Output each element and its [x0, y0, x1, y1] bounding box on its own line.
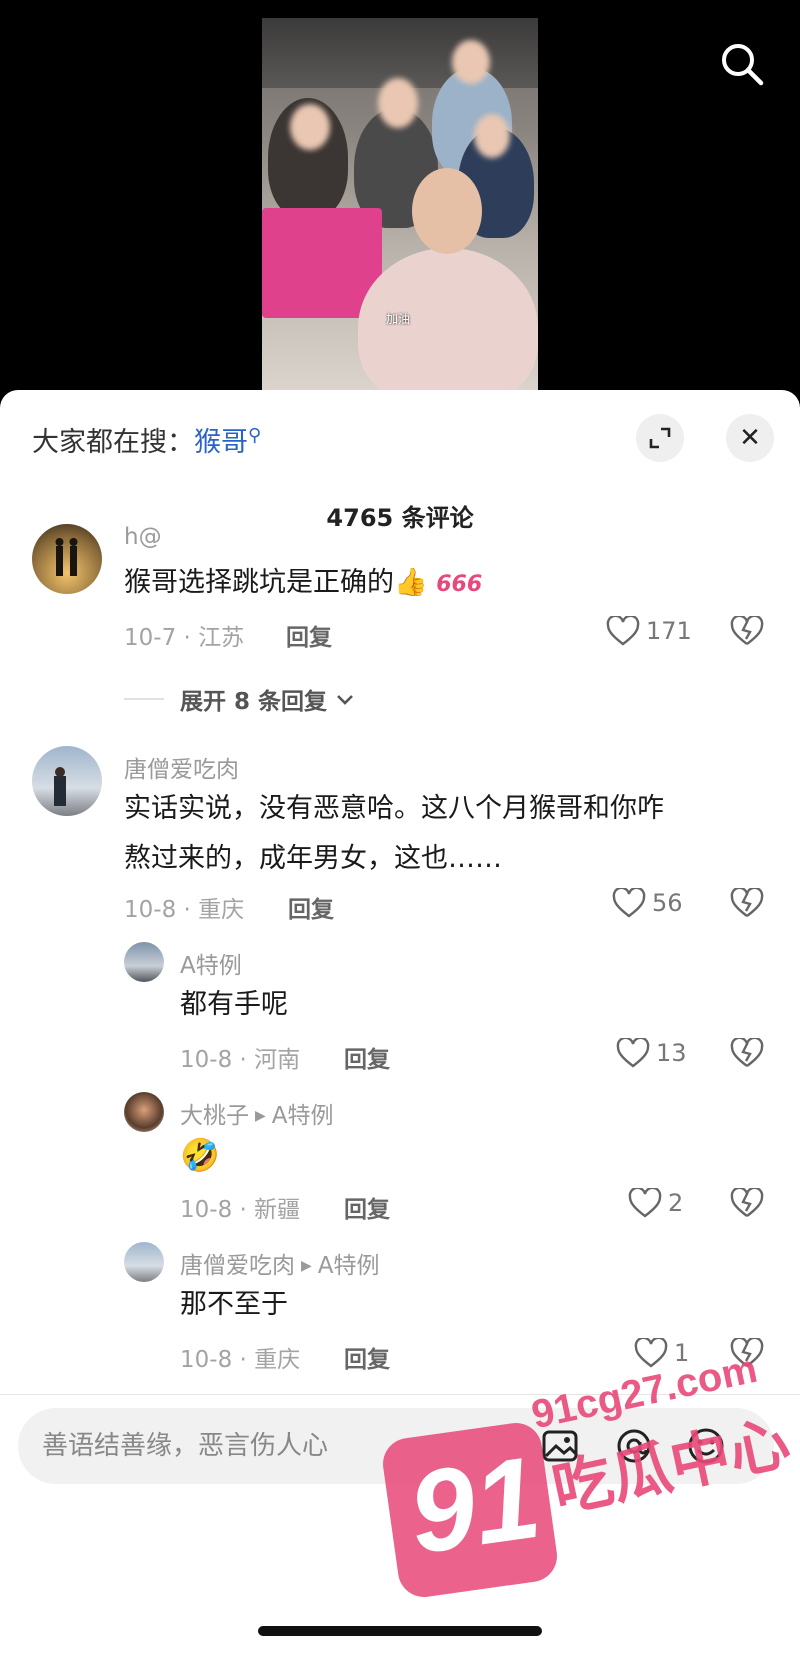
expand-replies[interactable]: 展开 8 条回复 — [124, 682, 357, 716]
reply-to-arrow-icon: ▶ — [255, 1108, 266, 1124]
reply-username-line: 唐僧爱吃肉 ▶ A特例 — [180, 1246, 380, 1280]
broken-heart-icon[interactable] — [730, 888, 764, 918]
video-face — [412, 168, 482, 254]
heart-icon — [616, 1038, 650, 1068]
like-button[interactable]: 13 — [616, 1038, 687, 1068]
avatar[interactable] — [32, 746, 102, 816]
sticker-666: 666 — [436, 572, 483, 597]
image-icon[interactable] — [540, 1426, 580, 1466]
like-button[interactable]: 1 — [634, 1338, 689, 1368]
expand-button[interactable] — [636, 414, 684, 462]
input-divider — [0, 1394, 800, 1395]
reply-date-location: 10-8 · 河南 — [180, 1047, 301, 1073]
comment-text-line: 实话实说，没有恶意哈。这八个月猴哥和你咋 — [124, 793, 664, 824]
search-icon[interactable] — [718, 40, 766, 88]
comment-count: 4765 条评论 — [326, 504, 474, 532]
avatar[interactable] — [124, 1092, 164, 1132]
video-frame[interactable]: 加油 — [262, 18, 538, 400]
video-face — [290, 104, 330, 150]
search-small-icon: ⚲ — [248, 425, 262, 446]
reply-button[interactable]: 回复 — [344, 1040, 390, 1074]
avatar[interactable] — [124, 1242, 164, 1282]
comment-date-location: 10-8 · 重庆 — [124, 897, 245, 923]
expand-icon — [649, 427, 671, 449]
reply-username-line: 大桃子 ▶ A特例 — [180, 1096, 334, 1130]
reply-text: 那不至于 — [180, 1289, 288, 1320]
reply-to-username[interactable]: A特例 — [272, 1103, 334, 1129]
video-person — [358, 248, 538, 400]
comment-sheet: 大家都在搜：猴哥⚲ ✕ 4765 条评论 h@ 猴哥选择跳坑是正确的👍 666 … — [0, 390, 800, 1654]
reply-username[interactable]: 唐僧爱吃肉 — [180, 1253, 295, 1279]
reply-to-username[interactable]: A特例 — [318, 1253, 380, 1279]
reply-text: 都有手呢 — [180, 989, 288, 1020]
reply-button[interactable]: 回复 — [286, 618, 332, 652]
heart-icon — [628, 1188, 662, 1218]
like-button[interactable]: 2 — [628, 1188, 683, 1218]
reply-to-arrow-icon: ▶ — [301, 1258, 312, 1274]
heart-icon — [634, 1338, 668, 1368]
reply-username[interactable]: 大桃子 — [180, 1103, 249, 1129]
comment-input-bar[interactable] — [18, 1408, 774, 1484]
like-button[interactable]: 56 — [612, 888, 683, 918]
couple-silhouette-icon — [55, 538, 78, 576]
expand-replies-label: 展开 8 条回复 — [180, 689, 328, 715]
broken-heart-icon[interactable] — [730, 1338, 764, 1368]
reply-date-location: 10-8 · 重庆 — [180, 1347, 301, 1373]
like-count: 1 — [674, 1339, 690, 1367]
reply-date-location: 10-8 · 新疆 — [180, 1197, 301, 1223]
emoji-icon[interactable] — [686, 1426, 726, 1466]
divider-line — [124, 698, 164, 700]
like-count: 56 — [652, 889, 683, 917]
broken-heart-icon[interactable] — [730, 616, 764, 646]
like-button[interactable]: 171 — [606, 616, 692, 646]
mention-icon[interactable] — [614, 1426, 654, 1466]
avatar[interactable] — [124, 942, 164, 982]
video-area[interactable]: 加油 — [0, 0, 800, 400]
chevron-down-icon — [337, 695, 353, 705]
search-hint-keyword[interactable]: 猴哥 — [194, 427, 248, 458]
heart-icon — [606, 616, 640, 646]
avatar[interactable] — [32, 524, 102, 594]
video-face — [378, 78, 418, 128]
comment-text-line: 熬过来的，成年男女，这也…… — [124, 843, 502, 874]
person-photo-icon — [54, 767, 66, 806]
search-suggestion[interactable]: 大家都在搜：猴哥⚲ — [32, 420, 261, 459]
broken-heart-icon[interactable] — [730, 1038, 764, 1068]
home-indicator — [258, 1626, 542, 1636]
comment-username[interactable]: h@ — [124, 524, 162, 550]
like-count: 2 — [668, 1189, 684, 1217]
video-caption: 加油 — [386, 312, 411, 326]
like-count: 13 — [656, 1039, 687, 1067]
broken-heart-icon[interactable] — [730, 1188, 764, 1218]
comment-text-content: 猴哥选择跳坑是正确的 — [124, 567, 394, 598]
reply-button[interactable]: 回复 — [288, 890, 334, 924]
search-hint-prefix: 大家都在搜： — [32, 427, 194, 458]
comment-date-location: 10-7 · 江苏 — [124, 625, 245, 651]
video-face — [452, 40, 490, 84]
comment-text: 猴哥选择跳坑是正确的👍 666 — [124, 558, 482, 610]
like-count: 171 — [646, 617, 692, 645]
comment-username[interactable]: 唐僧爱吃肉 — [124, 750, 239, 784]
thumbs-up-icon: 👍 — [394, 567, 428, 598]
reply-button[interactable]: 回复 — [344, 1190, 390, 1224]
reply-text: 🤣 — [180, 1136, 220, 1174]
video-face — [474, 114, 510, 158]
reply-button[interactable]: 回复 — [344, 1340, 390, 1374]
close-button[interactable]: ✕ — [726, 414, 774, 462]
reply-username[interactable]: A特例 — [180, 946, 242, 980]
heart-icon — [612, 888, 646, 918]
comment-input[interactable] — [42, 1428, 482, 1464]
